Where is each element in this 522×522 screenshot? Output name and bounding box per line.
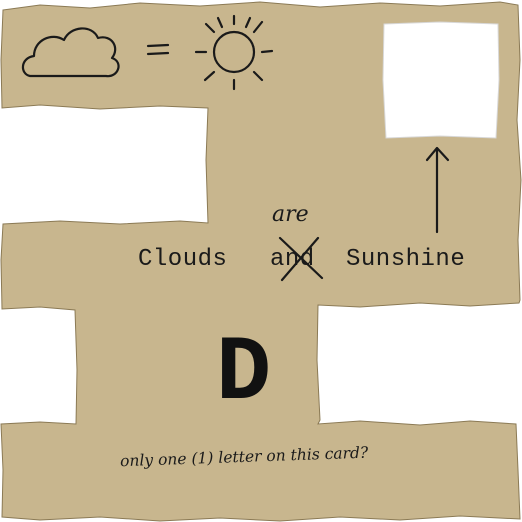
caption-right-word: Sunshine — [346, 246, 465, 273]
big-letter: D — [216, 321, 271, 426]
caption-correction-word: are — [272, 202, 309, 227]
puzzle-card: Clouds and are Sunshine D only one (1) l… — [0, 1, 522, 522]
blank-window — [382, 21, 500, 139]
caption-left-word: Clouds — [138, 246, 227, 273]
